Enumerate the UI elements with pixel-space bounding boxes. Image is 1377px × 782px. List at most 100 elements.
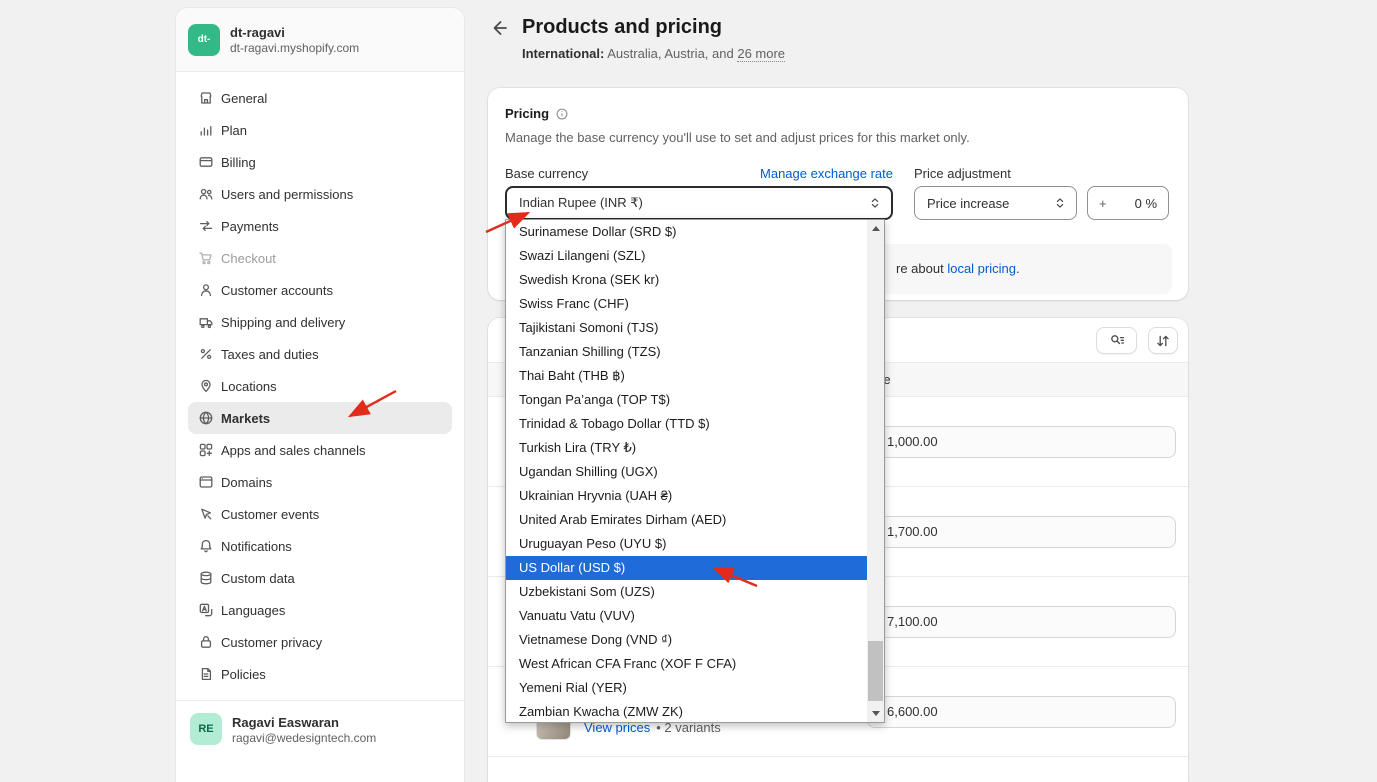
currency-option[interactable]: Uruguayan Peso (UYU $) (506, 532, 867, 556)
price-input[interactable]: 7,100.00 (867, 606, 1176, 638)
adjustment-sign: + (1099, 196, 1107, 211)
currency-option[interactable]: Swazi Lilangeni (SZL) (506, 244, 867, 268)
currency-option[interactable]: Vietnamese Dong (VND ₫) (506, 628, 867, 652)
sidebar-item-label: Notifications (221, 539, 292, 554)
manage-exchange-rate-link[interactable]: Manage exchange rate (760, 166, 893, 181)
price-input[interactable]: 1,700.00 (867, 516, 1176, 548)
store-card[interactable]: dt- dt-ragavi dt-ragavi.myshopify.com (176, 8, 464, 72)
sidebar-item-users-and-permissions[interactable]: Users and permissions (188, 178, 452, 210)
sidebar-item-label: Customer privacy (221, 635, 322, 650)
users-icon (198, 186, 214, 202)
currency-option[interactable]: Vanuatu Vatu (VUV) (506, 604, 867, 628)
sidebar-item-plan[interactable]: Plan (188, 114, 452, 146)
sidebar-item-general[interactable]: General (188, 82, 452, 114)
percent-icon (198, 346, 214, 362)
sidebar-item-label: Policies (221, 667, 266, 682)
back-button[interactable] (488, 17, 510, 39)
pricing-card-title: Pricing (505, 106, 549, 121)
adjustment-percent-input[interactable]: + 0 % (1087, 186, 1169, 220)
sidebar-item-customer-privacy[interactable]: Customer privacy (188, 626, 452, 658)
triangle-up-icon (872, 226, 880, 231)
price-input[interactable]: 6,600.00 (867, 696, 1176, 728)
sidebar-item-label: Markets (221, 411, 270, 426)
price-adjustment-label: Price adjustment (914, 166, 1011, 181)
cart-icon (198, 250, 214, 266)
currency-option[interactable]: Thai Baht (THB ฿) (506, 364, 867, 388)
search-filter-button[interactable] (1096, 327, 1137, 354)
market-more-link[interactable]: 26 more (737, 46, 785, 62)
sidebar-item-customer-accounts[interactable]: Customer accounts (188, 274, 452, 306)
base-currency-value: Indian Rupee (INR ₹) (519, 195, 643, 211)
currency-option[interactable]: Swedish Krona (SEK kr) (506, 268, 867, 292)
price-input[interactable]: 1,000.00 (867, 426, 1176, 458)
store-avatar: dt- (188, 24, 220, 56)
sidebar-item-notifications[interactable]: Notifications (188, 530, 452, 562)
sidebar-item-apps-and-sales-channels[interactable]: Apps and sales channels (188, 434, 452, 466)
sidebar-item-markets[interactable]: Markets (188, 402, 452, 434)
currency-option[interactable]: Turkish Lira (TRY ₺) (506, 436, 867, 460)
sidebar-item-label: Customer accounts (221, 283, 333, 298)
sidebar-item-locations[interactable]: Locations (188, 370, 452, 402)
sidebar-item-label: Domains (221, 475, 272, 490)
currency-option[interactable]: Yemeni Rial (YER) (506, 676, 867, 700)
currency-option[interactable]: West African CFA Franc (XOF F CFA) (506, 652, 867, 676)
sidebar-item-label: Checkout (221, 251, 276, 266)
currency-option[interactable]: Tanzanian Shilling (TZS) (506, 340, 867, 364)
database-icon (198, 570, 214, 586)
person-icon (198, 282, 214, 298)
sidebar-item-payments[interactable]: Payments (188, 210, 452, 242)
currency-option[interactable]: Tajikistani Somoni (TJS) (506, 316, 867, 340)
scrollbar-down-button[interactable] (867, 705, 884, 722)
user-name: Ragavi Easwaran (232, 713, 376, 731)
currency-option[interactable]: Tongan Pa’anga (TOP T$) (506, 388, 867, 412)
info-icon[interactable] (555, 107, 569, 121)
account-footer[interactable]: RE Ragavi Easwaran ragavi@wedesigntech.c… (176, 700, 464, 782)
sidebar-item-policies[interactable]: Policies (188, 658, 452, 690)
scrollbar-up-button[interactable] (867, 220, 884, 237)
sidebar-item-label: Languages (221, 603, 285, 618)
sort-button[interactable] (1148, 327, 1178, 354)
triangle-down-icon (872, 711, 880, 716)
settings-nav: General Plan Billing Users and permissio… (176, 72, 464, 700)
currency-option[interactable]: Zambian Kwacha (ZMW ZK) (506, 700, 867, 723)
chevron-updown-icon (868, 196, 882, 210)
billing-card-icon (198, 154, 214, 170)
sidebar-item-custom-data[interactable]: Custom data (188, 562, 452, 594)
base-currency-select[interactable]: Indian Rupee (INR ₹) (505, 186, 893, 220)
sidebar-item-domains[interactable]: Domains (188, 466, 452, 498)
currency-option[interactable]: Uzbekistani Som (UZS) (506, 580, 867, 604)
currency-option[interactable]: Ukrainian Hryvnia (UAH ₴) (506, 484, 867, 508)
sidebar-item-label: Billing (221, 155, 256, 170)
page-title: Products and pricing (522, 16, 722, 39)
globe-icon (198, 410, 214, 426)
price-adjustment-select[interactable]: Price increase (914, 186, 1077, 220)
currency-option[interactable]: United Arab Emirates Dirham (AED) (506, 508, 867, 532)
back-arrow-icon (489, 18, 509, 38)
local-pricing-link[interactable]: local pricing (947, 261, 1016, 276)
search-filter-icon (1109, 333, 1125, 349)
chevron-updown-icon (1053, 196, 1067, 210)
dropdown-scrollbar[interactable] (867, 220, 884, 722)
sidebar-item-languages[interactable]: Languages (188, 594, 452, 626)
sidebar-item-label: Taxes and duties (221, 347, 319, 362)
sidebar-item-checkout[interactable]: Checkout (188, 242, 452, 274)
truck-icon (198, 314, 214, 330)
settings-sidebar: dt- dt-ragavi dt-ragavi.myshopify.com Ge… (176, 8, 464, 782)
currency-dropdown: Surinamese Dollar (SRD $) Swazi Lilangen… (505, 219, 885, 723)
sidebar-item-billing[interactable]: Billing (188, 146, 452, 178)
sidebar-item-shipping-and-delivery[interactable]: Shipping and delivery (188, 306, 452, 338)
sidebar-item-label: Users and permissions (221, 187, 353, 202)
currency-option[interactable]: Surinamese Dollar (SRD $) (506, 220, 867, 244)
page-header: Products and pricing International: Aust… (488, 16, 1188, 61)
pricing-description: Manage the base currency you'll use to s… (505, 130, 970, 145)
sidebar-item-taxes-and-duties[interactable]: Taxes and duties (188, 338, 452, 370)
sidebar-item-label: Apps and sales channels (221, 443, 366, 458)
translate-icon (198, 602, 214, 618)
scrollbar-thumb[interactable] (868, 641, 883, 701)
currency-option-selected[interactable]: US Dollar (USD $) (506, 556, 867, 580)
store-domain: dt-ragavi.myshopify.com (230, 41, 359, 56)
currency-option[interactable]: Ugandan Shilling (UGX) (506, 460, 867, 484)
currency-option[interactable]: Swiss Franc (CHF) (506, 292, 867, 316)
currency-option[interactable]: Trinidad & Tobago Dollar (TTD $) (506, 412, 867, 436)
sidebar-item-customer-events[interactable]: Customer events (188, 498, 452, 530)
